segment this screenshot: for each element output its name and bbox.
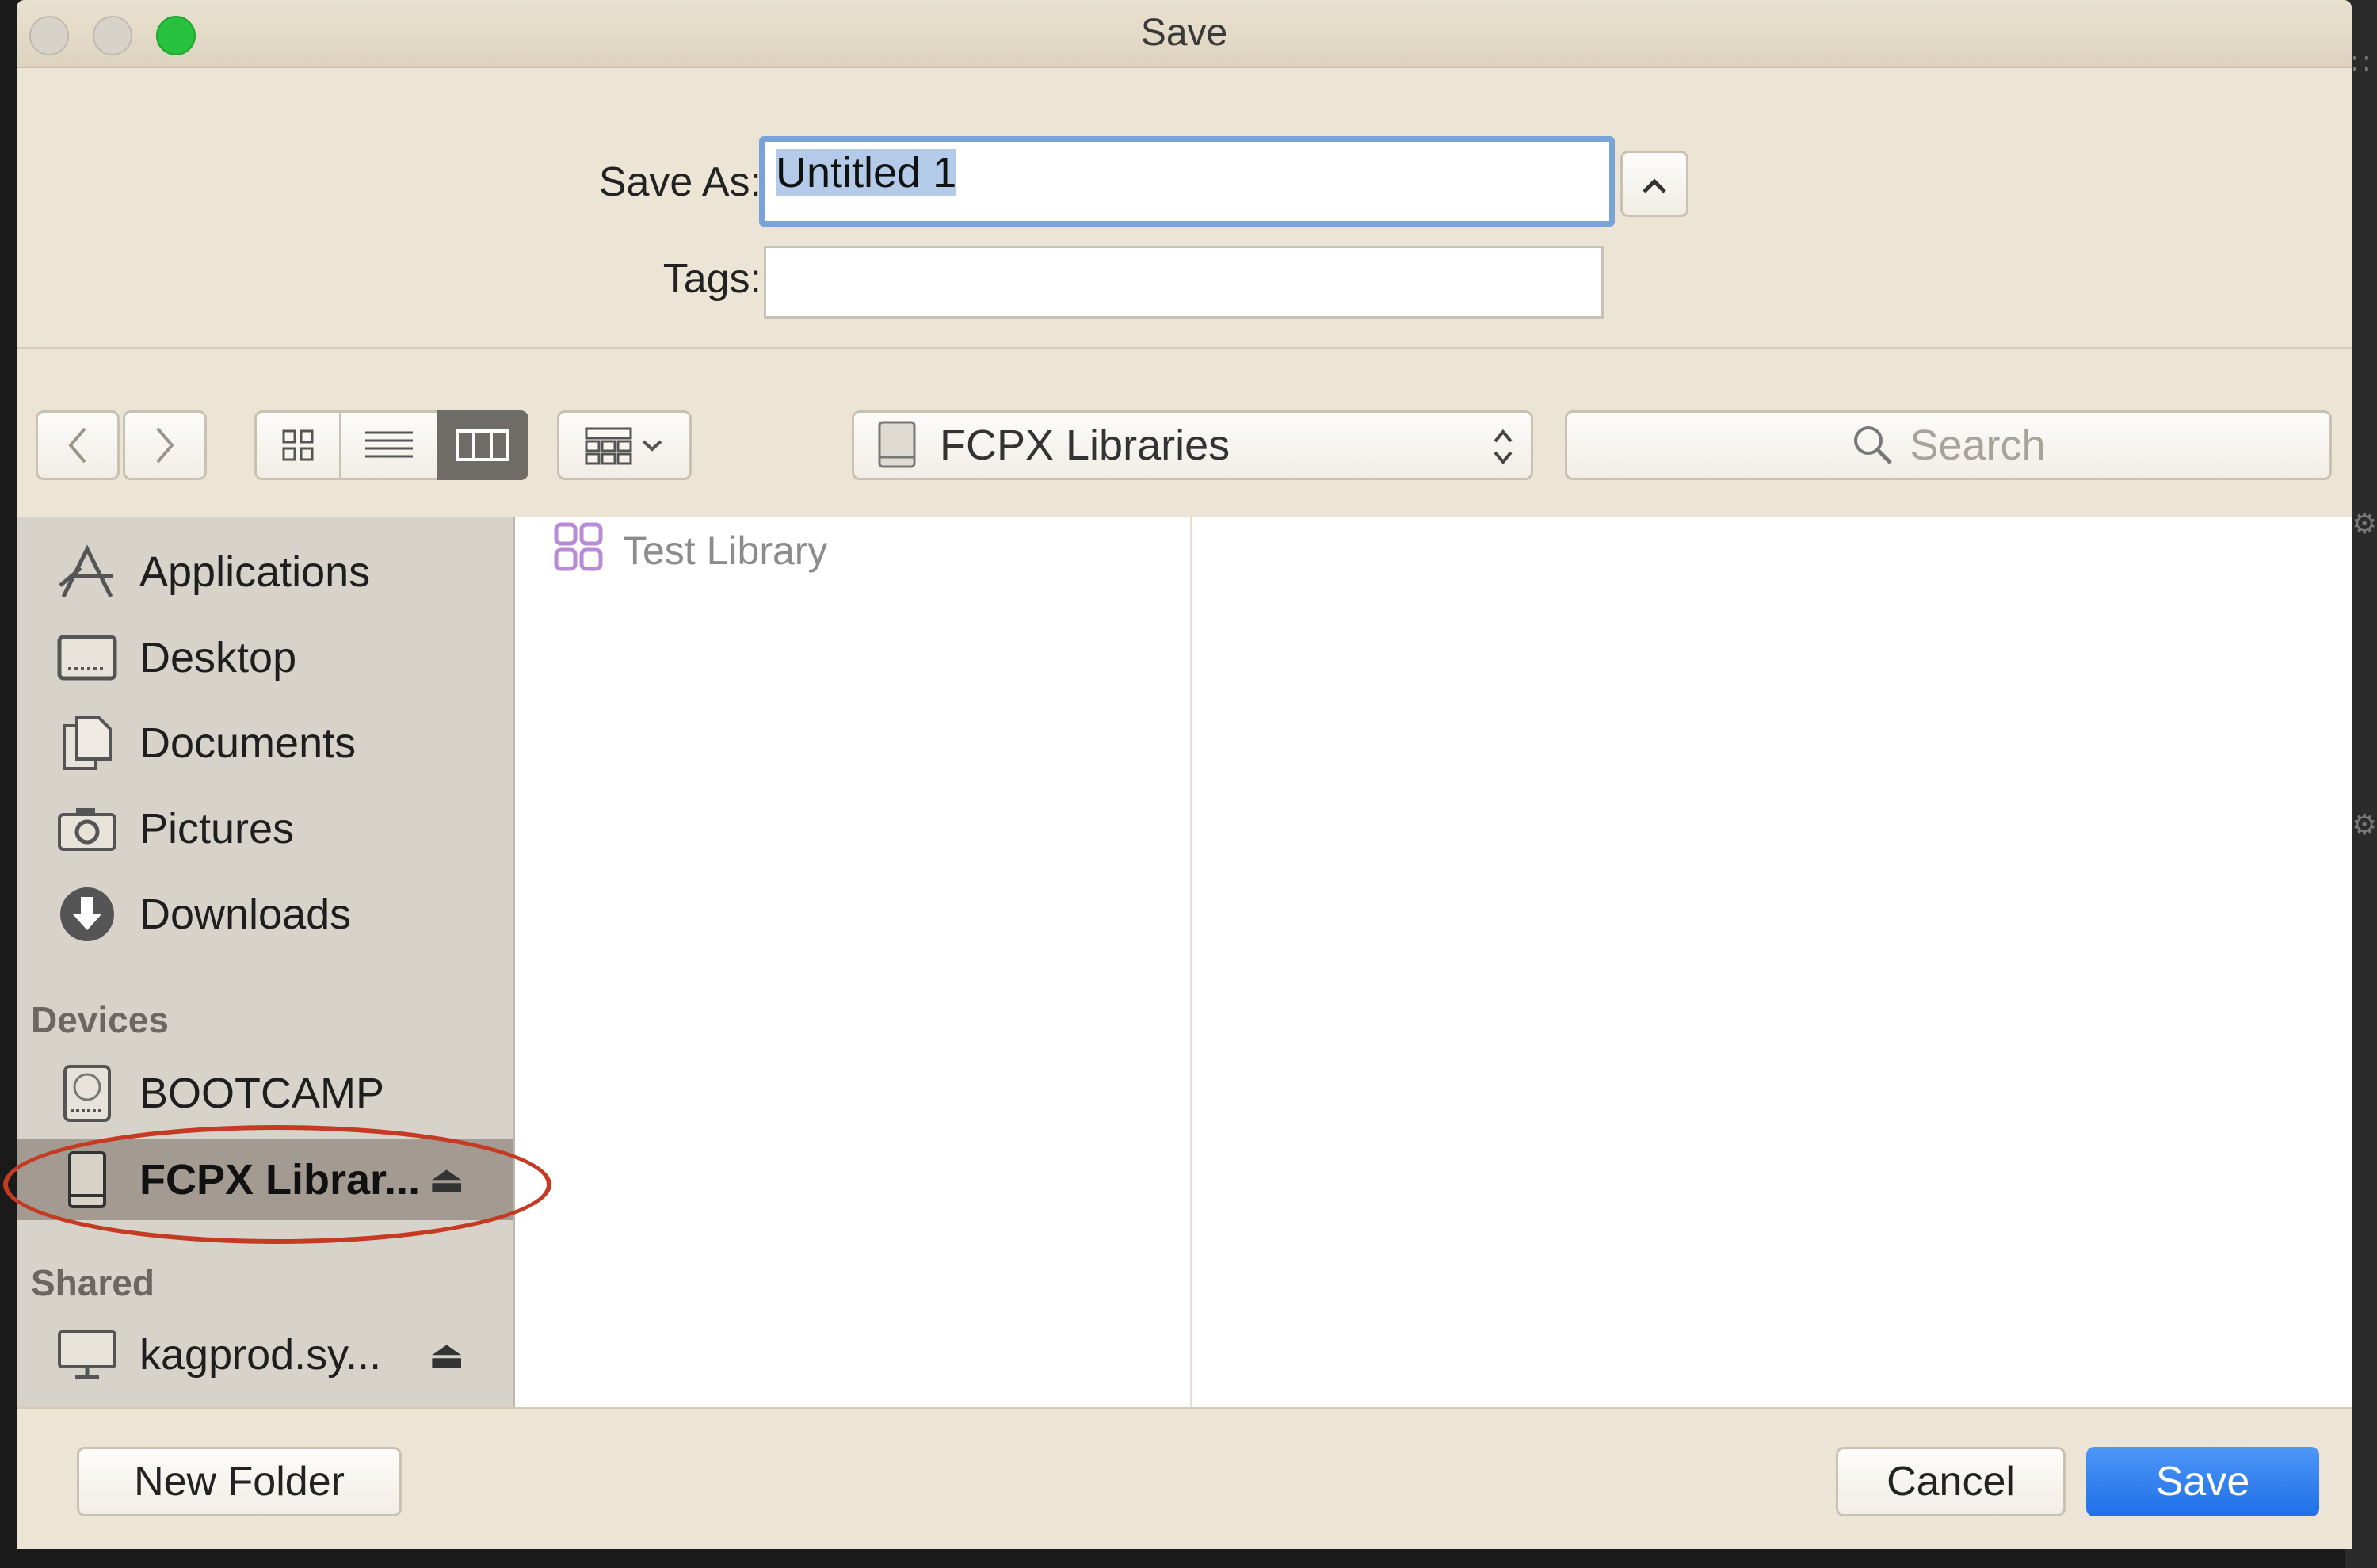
list-item-label: Test Library: [623, 528, 828, 573]
arrange-menu-button[interactable]: [557, 410, 692, 480]
browser-column-1: Test Library: [515, 517, 1192, 1407]
background-app-glyph: ⚙: [2352, 808, 2377, 841]
chevron-left-icon: [68, 427, 86, 464]
internal-disk-icon: [56, 1063, 118, 1124]
arrange-grid-icon: [585, 427, 632, 465]
search-placeholder: Search: [1910, 422, 2046, 469]
fcpx-library-icon: [553, 521, 604, 576]
sidebar-item-label: BOOTCAMP: [139, 1070, 385, 1117]
downloads-icon: [56, 883, 118, 945]
toolbar: FCPX Libraries Search: [36, 410, 2333, 480]
sidebar-item-documents[interactable]: Documents: [17, 705, 513, 781]
applications-icon: [56, 541, 118, 603]
column-view-button[interactable]: [437, 410, 528, 480]
bottom-bar: New Folder Cancel Save: [17, 1407, 2352, 1549]
background-app-glyph: ∷: [2352, 48, 2370, 80]
search-icon: [1854, 426, 1893, 464]
location-label: FCPX Libraries: [940, 422, 1230, 469]
sidebar-item-desktop[interactable]: Desktop: [17, 620, 513, 696]
pictures-icon: [56, 798, 118, 860]
window-title: Save: [1140, 12, 1228, 54]
sidebar-item-pictures[interactable]: Pictures: [17, 791, 513, 867]
save-as-value: Untitled 1: [776, 149, 957, 196]
location-popup[interactable]: FCPX Libraries: [852, 410, 1533, 480]
sidebar-item-downloads[interactable]: Downloads: [17, 876, 513, 952]
sidebar-item-applications[interactable]: Applications: [17, 534, 513, 610]
list-view-icon: [365, 431, 413, 458]
save-as-field[interactable]: Untitled 1: [759, 136, 1615, 227]
divider: [17, 347, 2352, 349]
sidebar-item-label: Downloads: [139, 891, 352, 938]
background-app-glyph: ⚙: [2352, 507, 2377, 540]
up-down-chevron-icon: [1494, 429, 1513, 465]
list-view-button[interactable]: [339, 410, 439, 480]
chevron-down-icon: [642, 440, 662, 452]
forward-button[interactable]: [123, 410, 207, 480]
title-bar: Save: [17, 0, 2352, 68]
sidebar-item-label: Documents: [139, 719, 357, 767]
back-button[interactable]: [36, 410, 120, 480]
save-dialog: Save Save As: Untitled 1 Tags: FCPX Libr…: [17, 0, 2352, 1549]
collapse-dialog-button[interactable]: [1620, 151, 1688, 217]
documents-icon: [56, 712, 118, 774]
chevron-right-icon: [156, 427, 174, 464]
sidebar-item-label: kagprod.sy...: [139, 1331, 382, 1379]
tags-label: Tags:: [662, 256, 761, 302]
sidebar: Applications Desktop Documents Pictures …: [17, 517, 515, 1407]
column-view-icon: [456, 429, 509, 461]
icon-view-button[interactable]: [254, 410, 341, 480]
desktop-icon: [56, 627, 118, 689]
grid-view-icon: [282, 429, 314, 461]
sidebar-item-label: Desktop: [139, 634, 297, 681]
new-folder-button[interactable]: New Folder: [77, 1447, 402, 1516]
search-field[interactable]: Search: [1565, 410, 2332, 480]
cancel-button[interactable]: Cancel: [1836, 1447, 2066, 1516]
sidebar-item-bootcamp[interactable]: BOOTCAMP: [17, 1055, 513, 1131]
external-drive-icon: [878, 421, 916, 468]
sidebar-item-kagprod[interactable]: kagprod.sy... ⏏: [17, 1317, 513, 1393]
save-button[interactable]: Save: [2086, 1447, 2319, 1516]
network-computer-icon: [56, 1324, 118, 1386]
devices-heading: Devices: [31, 999, 169, 1040]
browser-column-2: [1192, 517, 2352, 1407]
sidebar-item-label: Applications: [139, 548, 371, 596]
chevron-up-icon: [1641, 167, 1668, 202]
annotation-circle: [3, 1125, 551, 1244]
list-item-test-library[interactable]: Test Library: [515, 517, 1190, 585]
tags-field[interactable]: [764, 246, 1604, 319]
save-as-label: Save As:: [598, 159, 761, 205]
sidebar-item-label: Pictures: [139, 805, 295, 853]
eject-icon[interactable]: ⏏: [429, 1333, 464, 1377]
shared-heading: Shared: [31, 1262, 155, 1303]
